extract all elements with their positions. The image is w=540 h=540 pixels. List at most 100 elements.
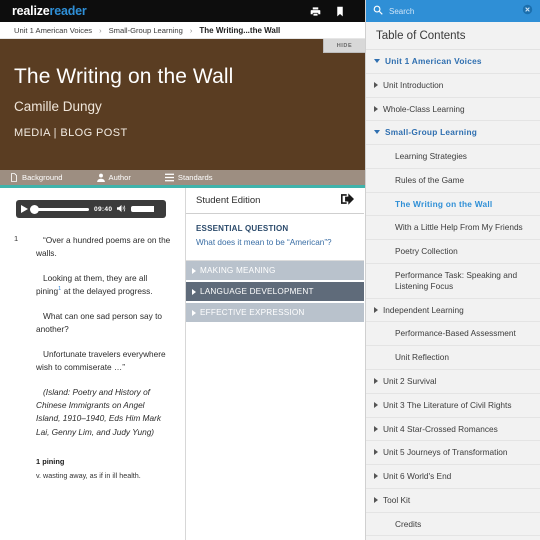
logo-realize: realize xyxy=(12,4,50,18)
breadcrumb-current: The Writing...the Wall xyxy=(199,25,281,35)
clear-circle-icon[interactable] xyxy=(522,2,533,20)
search-input[interactable] xyxy=(389,6,516,16)
top-bar-icons xyxy=(310,6,357,17)
list-icon xyxy=(164,173,174,182)
chevron-right-icon xyxy=(192,267,196,274)
passage-paragraph: Unfortunate travelers everywhere wish to… xyxy=(36,348,166,373)
toc-item-poetry-collection[interactable]: Poetry Collection xyxy=(366,240,540,265)
student-edition-column: Student Edition ESSENTIAL QUESTION What … xyxy=(186,188,364,540)
toc-list: Unit 1 American Voices Unit Introduction W… xyxy=(366,50,540,537)
toc-item-the-writing-on-the-wall[interactable]: The Writing on the Wall xyxy=(366,193,540,217)
chevron-right-icon[interactable] xyxy=(374,401,378,408)
audio-time: 09:40 xyxy=(94,205,113,213)
chevron-right-icon[interactable] xyxy=(374,81,378,88)
passage-paragraph-tail: at the delayed progress. xyxy=(61,286,153,297)
toc-item-label: Whole-Class Learning xyxy=(383,103,465,114)
volume-handle[interactable] xyxy=(154,205,160,213)
tab-standards[interactable]: Standards xyxy=(164,173,213,182)
tab-author[interactable]: Author xyxy=(96,173,131,182)
accordion-label: LANGUAGE DEVELOPMENT xyxy=(200,287,314,297)
hero-banner: HIDE The Writing on the Wall Camille Dun… xyxy=(0,39,365,170)
toc-item-label: Unit 6 World's End xyxy=(383,471,452,482)
toc-item-unit-introduction[interactable]: Unit Introduction xyxy=(366,74,540,98)
toc-item-label: Independent Learning xyxy=(383,304,464,315)
chevron-right-icon[interactable] xyxy=(374,105,378,112)
chevron-right-icon[interactable] xyxy=(374,496,378,503)
search-bar xyxy=(366,0,540,22)
toc-title: Table of Contents xyxy=(366,22,540,50)
toc-item-rules-of-the-game[interactable]: Rules of the Game xyxy=(366,169,540,193)
toc-item-tool-kit[interactable]: Tool Kit xyxy=(366,489,540,513)
passage-citation: (Island: Poetry and History of Chinese I… xyxy=(36,386,161,437)
seek-handle[interactable] xyxy=(30,204,39,214)
tab-background[interactable]: Background xyxy=(10,173,63,182)
hide-button[interactable]: HIDE xyxy=(323,39,365,53)
export-arrow-icon[interactable] xyxy=(341,192,354,210)
toc-item-performance-task-speaking-and-listening-focus[interactable]: Performance Task: Speaking and Listening… xyxy=(366,264,540,299)
toc-item-label: Unit 2 Survival xyxy=(383,375,437,386)
chevron-right-icon[interactable] xyxy=(374,377,378,384)
speaker-icon[interactable] xyxy=(117,200,126,218)
toc-item-label: With a Little Help From My Friends xyxy=(395,222,523,233)
play-icon[interactable] xyxy=(21,205,28,213)
breadcrumb: Unit 1 American Voices › Small-Group Lea… xyxy=(0,22,365,39)
app-logo[interactable]: realizereader xyxy=(12,4,87,18)
toc-item-unit-4-star-crossed-romances[interactable]: Unit 4 Star-Crossed Romances xyxy=(366,418,540,442)
toc-item-small-group-learning[interactable]: Small-Group Learning xyxy=(366,121,540,146)
chevron-down-icon[interactable] xyxy=(374,130,380,135)
chevron-down-icon[interactable] xyxy=(374,59,380,63)
toc-item-unit-reflection[interactable]: Unit Reflection xyxy=(366,346,540,370)
top-bar: realizereader xyxy=(0,0,365,22)
accordion-label: EFFECTIVE EXPRESSION xyxy=(200,308,305,318)
toc-item-independent-learning[interactable]: Independent Learning xyxy=(366,299,540,323)
document-icon xyxy=(10,173,18,182)
line-number: 1 xyxy=(14,234,19,243)
chevron-right-icon[interactable] xyxy=(374,425,378,432)
toc-item-label: Unit 5 Journeys of Transformation xyxy=(383,447,508,458)
toc-item-unit-2-survival[interactable]: Unit 2 Survival xyxy=(366,370,540,394)
chevron-right-icon[interactable] xyxy=(374,449,378,456)
logo-reader: reader xyxy=(49,4,87,18)
footnote-term: 1 pining xyxy=(36,457,171,466)
essential-question-block: ESSENTIAL QUESTION What does it mean to … xyxy=(186,214,364,262)
essential-question-label: ESSENTIAL QUESTION xyxy=(196,224,289,233)
content-type-label: MEDIA | BLOG POST xyxy=(14,127,128,139)
app-root: realizereader Unit 1 American Voices › S… xyxy=(0,0,540,540)
toc-item-unit-3-the-literature-of-civil-rights[interactable]: Unit 3 The Literature of Civil Rights xyxy=(366,394,540,418)
footnote-number: 1 xyxy=(36,457,41,467)
toc-item-with-a-little-help-from-my-friends[interactable]: With a Little Help From My Friends xyxy=(366,216,540,241)
toc-item-label: Unit 4 Star-Crossed Romances xyxy=(383,423,498,434)
accordion-effective-expression[interactable]: EFFECTIVE EXPRESSION xyxy=(186,303,364,323)
accordion-language-development[interactable]: LANGUAGE DEVELOPMENT xyxy=(186,282,364,302)
volume-slider[interactable] xyxy=(131,205,160,213)
breadcrumb-separator-icon: › xyxy=(189,25,193,35)
footnote-block: 1 pining v. wasting away, as if in ill h… xyxy=(36,457,171,480)
seek-slider[interactable] xyxy=(30,204,89,214)
breadcrumb-item-unit[interactable]: Unit 1 American Voices xyxy=(14,26,92,35)
printer-icon[interactable] xyxy=(310,6,321,17)
accordion-making-meaning[interactable]: MAKING MEANING xyxy=(186,261,364,281)
toc-item-unit-5-journeys-of-transformation[interactable]: Unit 5 Journeys of Transformation xyxy=(366,441,540,466)
bookmark-icon[interactable] xyxy=(335,6,345,17)
passage-body: “Over a hundred poems are on the walls. … xyxy=(36,234,171,439)
content-tabbar: Background Author Standards xyxy=(0,170,365,188)
chevron-right-icon xyxy=(192,288,196,295)
audio-player[interactable]: 09:40 xyxy=(16,200,166,218)
toc-item-unit-1-american-voices[interactable]: Unit 1 American Voices xyxy=(366,50,540,74)
chevron-right-icon[interactable] xyxy=(374,306,378,313)
reader-content: 09:40 1 “Over a hundred poems are on the… xyxy=(0,188,365,540)
toc-item-label: Unit 1 American Voices xyxy=(385,56,482,66)
passage-paragraph: What can one sad person say to another? xyxy=(36,310,162,335)
reader-pane: realizereader Unit 1 American Voices › S… xyxy=(0,0,365,540)
breadcrumb-item-group[interactable]: Small-Group Learning xyxy=(109,26,183,35)
toc-item-label: Unit Introduction xyxy=(383,79,444,90)
chevron-right-icon[interactable] xyxy=(374,473,378,480)
toc-item-whole-class-learning[interactable]: Whole-Class Learning xyxy=(366,98,540,122)
student-edition-header: Student Edition xyxy=(186,188,364,214)
toc-item-learning-strategies[interactable]: Learning Strategies xyxy=(366,145,540,169)
passage-paragraph-with-footnote: Looking at them, they are all pining1 at… xyxy=(36,272,171,299)
toc-item-credits[interactable]: Credits xyxy=(366,513,540,537)
toc-item-performance-based-assessment[interactable]: Performance-Based Assessment xyxy=(366,322,540,347)
toc-item-label: The Writing on the Wall xyxy=(395,198,493,209)
toc-item-unit-6-world-s-end[interactable]: Unit 6 World's End xyxy=(366,465,540,489)
